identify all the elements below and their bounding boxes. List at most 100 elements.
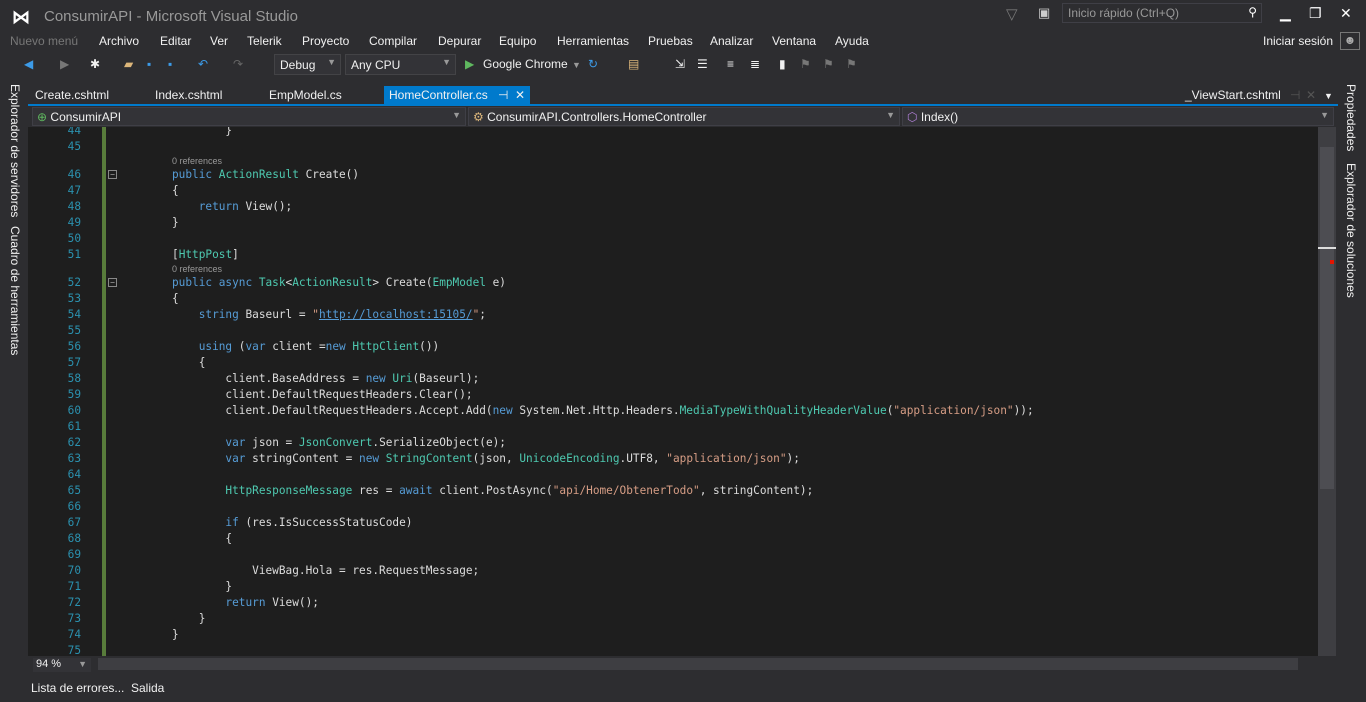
save-all-icon[interactable]: ▪ (168, 57, 172, 71)
line-number: 68 (67, 532, 81, 545)
menu-analizar[interactable]: Analizar (710, 34, 753, 48)
back-icon[interactable]: ◀ (24, 57, 33, 71)
member-dropdown[interactable]: ⬡ Index() ▼ (902, 107, 1334, 126)
bookmark-icon[interactable]: ▮ (779, 57, 786, 71)
code-line: 71 } (28, 579, 1318, 595)
pin-icon[interactable]: ⊣ (498, 88, 508, 102)
next-bookmark-icon[interactable]: ⚑ (823, 57, 834, 71)
menu-herramientas[interactable]: Herramientas (557, 34, 629, 48)
quick-launch-input[interactable]: Inicio rápido (Ctrl+Q) ⚲ (1062, 3, 1262, 23)
uncomment-icon[interactable]: ≣ (750, 57, 760, 71)
tab-index-cshtml[interactable]: Index.cshtml (155, 88, 222, 102)
user-avatar-icon[interactable]: ☻ (1340, 32, 1360, 50)
references-link[interactable]: 0 references (172, 263, 222, 275)
tab-empmodel-cs[interactable]: EmpModel.cs (269, 88, 342, 102)
code-line: 46 − public ActionResult Create() (28, 167, 1318, 183)
notifications-filter-icon[interactable]: ▽ (1006, 5, 1018, 23)
open-file-icon[interactable]: ▰ (124, 57, 133, 71)
menu-compilar[interactable]: Compilar (369, 34, 417, 48)
menu-editar[interactable]: Editar (160, 34, 191, 48)
method-icon: ⬡ (907, 110, 918, 124)
menu-ayuda[interactable]: Ayuda (835, 34, 869, 48)
code-text: var stringContent = new StringContent(js… (172, 451, 799, 467)
tab-viewstart-cshtml[interactable]: _ViewStart.cshtml (1185, 88, 1281, 102)
menu-depurar[interactable]: Depurar (438, 34, 481, 48)
code-text: { (172, 531, 232, 547)
toolbox-tab[interactable]: Cuadro de herramientas (8, 226, 22, 355)
new-project-icon[interactable]: ✱ (90, 57, 100, 71)
close-button[interactable]: ✕ (1340, 5, 1352, 22)
code-line: 50 (28, 231, 1318, 247)
menu-telerik[interactable]: Telerik (247, 34, 282, 48)
collapse-icon[interactable]: − (108, 170, 117, 179)
tab-list-dropdown-icon[interactable]: ▼ (1324, 91, 1333, 101)
tab-output[interactable]: Salida (131, 681, 164, 695)
comment-icon[interactable]: ≡ (727, 57, 734, 71)
configuration-dropdown[interactable]: Debug ▼ (274, 54, 341, 75)
vertical-scrollbar[interactable] (1318, 127, 1336, 656)
horizontal-scrollbar[interactable] (28, 656, 1338, 672)
platform-dropdown[interactable]: Any CPU ▼ (345, 54, 456, 75)
caret-position-marker (1318, 247, 1336, 249)
menu-ver[interactable]: Ver (210, 34, 228, 48)
undo-icon[interactable]: ↶ (198, 57, 208, 71)
forward-icon[interactable]: ▶ (60, 57, 69, 71)
code-line: 53 { (28, 291, 1318, 307)
step-icon[interactable]: ⇲ (675, 57, 685, 71)
tab-create-cshtml[interactable]: Create.cshtml (35, 88, 109, 102)
close-tab-icon[interactable]: ✕ (1306, 88, 1316, 102)
class-value: ConsumirAPI.Controllers.HomeController (487, 110, 707, 124)
chevron-down-icon[interactable]: ▼ (572, 60, 581, 70)
menu-new-menu[interactable]: Nuevo menú (10, 34, 78, 48)
collapse-icon[interactable]: − (108, 278, 117, 287)
run-target-button[interactable]: Google Chrome (483, 57, 568, 71)
code-token: { (172, 532, 233, 545)
feedback-icon[interactable]: ▣ (1038, 5, 1050, 21)
tab-error-list[interactable]: Lista de errores... (31, 681, 124, 695)
tab-well-underline (28, 104, 1338, 106)
keyword-token: string (172, 308, 239, 321)
restore-button[interactable]: ❐ (1309, 5, 1322, 22)
menu-ventana[interactable]: Ventana (772, 34, 816, 48)
horizontal-scroll-track[interactable] (98, 658, 1298, 670)
chevron-down-icon: ▼ (886, 110, 895, 120)
type-token: HttpPost (178, 248, 233, 261)
save-icon[interactable]: ▪ (147, 57, 151, 71)
properties-tab[interactable]: Propiedades (1344, 84, 1358, 151)
menu-pruebas[interactable]: Pruebas (648, 34, 693, 48)
url-link[interactable]: http://localhost:15105/ (319, 308, 473, 321)
line-number: 47 (67, 184, 81, 197)
pin-icon[interactable]: ⊣ (1290, 88, 1300, 102)
line-number: 44 (67, 127, 81, 137)
minimize-button[interactable]: ▁ (1280, 5, 1291, 22)
clear-bookmarks-icon[interactable]: ⚑ (846, 57, 857, 71)
line-number: 52 (67, 276, 81, 289)
sign-in-link[interactable]: Iniciar sesión (1263, 34, 1333, 48)
references-link[interactable]: 0 references (172, 155, 222, 167)
code-token: .UTF8, (619, 452, 667, 465)
menu-archivo[interactable]: Archivo (99, 34, 139, 48)
class-dropdown[interactable]: ⚙ ConsumirAPI.Controllers.HomeController… (468, 107, 900, 126)
zoom-dropdown[interactable]: 94 % ▼ (33, 658, 91, 672)
close-tab-icon[interactable]: ✕ (515, 88, 525, 102)
menu-equipo[interactable]: Equipo (499, 34, 536, 48)
tab-homecontroller-cs[interactable]: HomeController.cs (389, 88, 488, 102)
scrollbar-thumb[interactable] (1320, 147, 1334, 489)
find-in-files-icon[interactable]: ▤ (628, 57, 639, 71)
refresh-icon[interactable]: ↻ (588, 57, 598, 71)
code-line: 48 return View(); (28, 199, 1318, 215)
code-text: HttpResponseMessage res = await client.P… (172, 483, 813, 499)
type-token: HttpClient (352, 340, 420, 353)
indent-icon[interactable]: ☰ (697, 57, 708, 71)
redo-icon[interactable]: ↷ (233, 57, 243, 71)
server-explorer-tab[interactable]: Explorador de servidores (8, 84, 22, 217)
run-icon[interactable]: ▶ (465, 57, 474, 71)
prev-bookmark-icon[interactable]: ⚑ (800, 57, 811, 71)
menu-proyecto[interactable]: Proyecto (302, 34, 349, 48)
code-editor[interactable]: 44 } 45 0 references 46− public ActionResult… (28, 127, 1318, 656)
code-token: , stringContent); (699, 484, 814, 497)
project-dropdown[interactable]: ⊕ ConsumirAPI ▼ (32, 107, 466, 126)
code-line: 68 { (28, 531, 1318, 547)
solution-explorer-tab[interactable]: Explorador de soluciones (1344, 163, 1358, 298)
line-number: 63 (67, 452, 81, 465)
